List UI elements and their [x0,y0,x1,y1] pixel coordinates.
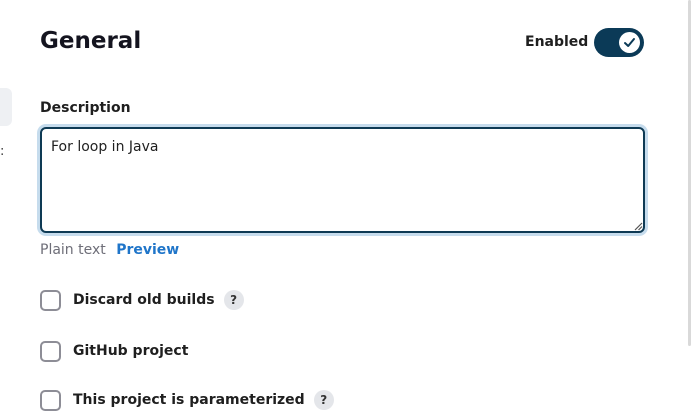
page-title: General [40,28,142,54]
github-project-label[interactable]: GitHub project [73,343,188,359]
resize-grip-icon[interactable] [633,221,643,231]
question-mark-icon[interactable]: ? [223,290,244,310]
question-mark-icon[interactable]: ? [313,390,334,410]
parameterized-checkbox[interactable] [40,389,61,411]
description-focus-ring: For loop in Java [37,124,648,236]
enabled-toggle[interactable] [594,28,644,57]
option-discard-old-builds: Discard old builds ? [40,289,244,311]
side-nav-tab[interactable] [0,88,12,126]
github-project-checkbox[interactable] [40,340,61,362]
format-row: Plain text Preview [40,242,179,258]
option-github-project: GitHub project [40,340,188,362]
enabled-label: Enabled [525,34,589,50]
plain-text-label: Plain text [40,242,106,258]
option-parameterized: This project is parameterized ? [40,389,334,411]
preview-link[interactable]: Preview [116,242,179,258]
toggle-knob [619,32,640,53]
description-label: Description [40,100,131,116]
side-nav-icon: : [0,144,5,159]
checkmark-icon [624,38,635,47]
discard-old-builds-checkbox[interactable] [40,289,61,311]
discard-old-builds-label[interactable]: Discard old builds [73,292,215,308]
description-textarea[interactable]: For loop in Java [40,127,645,233]
